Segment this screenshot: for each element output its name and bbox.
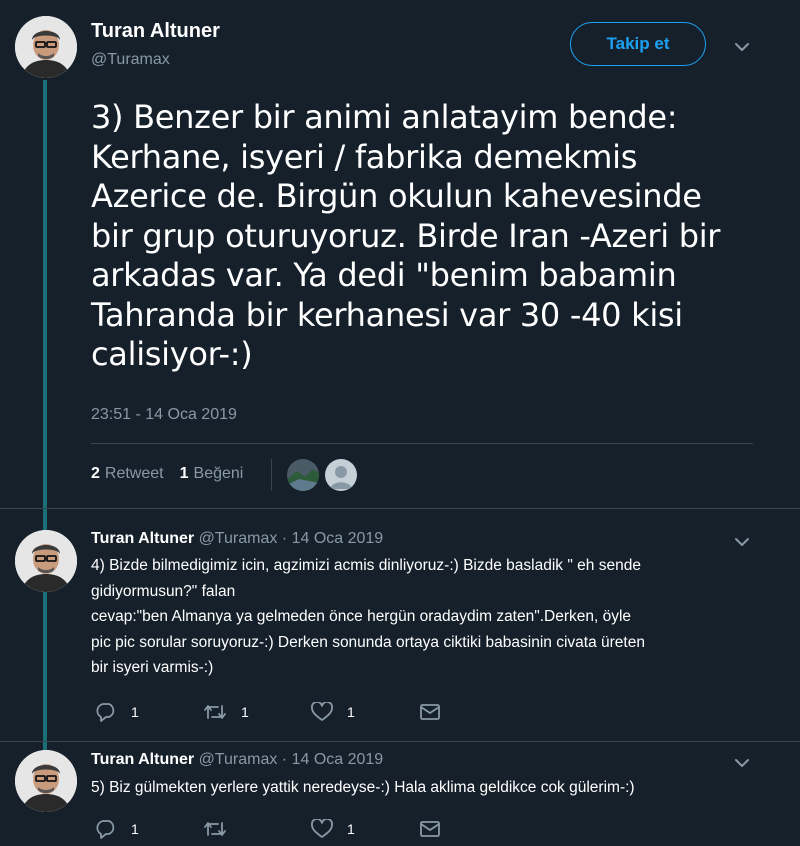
divider [91,443,753,444]
reply-header: Turan Altuner @Turamax · 14 Oca 2019 [91,751,383,769]
tweet-text-line: Azerice de. Birgün okulun kahevesinde [91,177,702,215]
reply-count: 1 [131,704,139,720]
heart-icon [311,702,333,721]
divider [0,741,800,742]
reply-text: 5) Biz gülmekten yerlere yattik neredeys… [91,775,771,801]
reply-text-line: bir isyeri varmis-:) [91,659,214,676]
tweet-text-line: calisiyor-:) [91,335,253,373]
heart-icon [311,819,333,838]
reply-avatar[interactable] [15,750,77,812]
reply-text-line: gidiyormusun?" falan [91,582,236,600]
reply-icon [96,703,115,722]
reply-text: 4) Bizde bilmedigimiz icin, agzimizi acm… [91,553,771,681]
reply-actions: 1 1 1 [95,702,527,722]
author-avatar[interactable] [15,16,77,78]
author-name[interactable]: Turan Altuner [91,20,220,43]
tweet-text-line: Tahranda bir kerhanesi var 30 -40 kisi [91,295,683,334]
reply-header: Turan Altuner @Turamax · 14 Oca 2019 [91,530,383,548]
dm-action[interactable] [419,703,527,721]
chevron-down-icon[interactable] [734,537,750,547]
retweet-count: 2 [91,465,100,482]
like-count: 1 [347,704,355,720]
liker-avatar[interactable] [287,459,319,491]
reply-date[interactable]: 14 Oca 2019 [292,751,384,768]
reply-avatar[interactable] [15,530,77,592]
retweet-count: 1 [241,704,249,720]
divider [0,508,800,509]
thread-line [43,80,47,750]
stats-separator [271,459,272,491]
reply-date[interactable]: 14 Oca 2019 [292,530,384,547]
retweet-label: Retweet [104,465,164,482]
like-label: Beğeni [193,465,244,482]
reply-text-line: 4) Bizde bilmedigimiz icin, agzimizi acm… [91,557,641,574]
follow-button[interactable]: Takip et [570,22,706,66]
reply-separator: · [281,751,288,768]
like-action[interactable]: 1 [311,819,419,839]
reply-icon [96,820,115,839]
retweet-icon [204,822,226,836]
reply-author-name[interactable]: Turan Altuner [91,751,194,768]
reply-actions: 1 1 [95,819,527,839]
like-count: 1 [347,821,355,837]
chevron-down-icon[interactable] [734,42,750,52]
envelope-icon [420,704,440,720]
tweet-text: 3) Benzer bir animi anlatayim bende: Ker… [91,98,771,375]
reply-count: 1 [131,821,139,837]
tweet-text-line: 3) Benzer bir animi anlatayim bende: [91,98,678,136]
reply-author-name[interactable]: Turan Altuner [91,530,194,547]
reply-author-handle[interactable]: @Turamax [199,751,278,768]
envelope-icon [420,821,440,837]
reply-action[interactable]: 1 [95,819,203,839]
tweet-text-line: Kerhane, isyeri / fabrika demekmis [91,137,638,176]
dm-action[interactable] [419,820,527,838]
chevron-down-icon[interactable] [734,758,750,768]
tweet-text-line: arkadas var. Ya dedi "benim babamin [91,256,677,294]
tweet-stats: 2 Retweet 1 Beğeni [91,465,243,483]
reply-separator: · [281,530,288,547]
tweet-text-line: bir grup oturuyoruz. Birde Iran -Azeri b… [91,216,721,255]
author-handle[interactable]: @Turamax [91,51,170,69]
reply-text-line: pic pic sorular soruyoruz-:) Derken sonu… [91,633,645,651]
retweet-stat[interactable]: 2 Retweet [91,465,164,483]
like-action[interactable]: 1 [311,702,419,722]
reply-text-line: cevap:"ben Almanya ya gelmeden önce herg… [91,608,632,625]
retweet-action[interactable] [203,819,311,839]
like-count: 1 [179,465,189,482]
liker-avatar-default[interactable] [325,459,357,491]
reply-action[interactable]: 1 [95,702,203,722]
tweet-timestamp[interactable]: 23:51 - 14 Oca 2019 [91,406,237,424]
like-stat[interactable]: 1 Beğeni [180,465,244,483]
retweet-icon [204,705,226,719]
reply-author-handle[interactable]: @Turamax [199,530,278,547]
retweet-action[interactable]: 1 [203,702,311,722]
reply-text-line: 5) Biz gülmekten yerlere yattik neredeys… [91,779,635,796]
